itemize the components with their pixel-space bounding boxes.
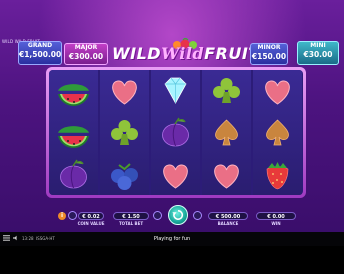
blueberries-icon	[111, 163, 138, 190]
clock: 13:28	[22, 236, 34, 241]
bet-decrease-icon[interactable]	[68, 211, 77, 220]
spade-icon	[215, 119, 238, 146]
jackpot-minor: MINOR €150.00	[250, 43, 288, 65]
total-bet-label: TOTAL BET	[118, 221, 144, 226]
jackpot-minor-value: €150.00	[251, 52, 287, 61]
reel-column	[253, 70, 302, 195]
reel-symbol-diamond	[151, 70, 200, 111]
reel-symbol-plum	[49, 154, 98, 195]
logo-word-2: Wild	[161, 44, 205, 63]
reel-symbol-strawberry	[253, 154, 302, 195]
jackpot-major-value: €300.00	[68, 52, 104, 61]
logo-word-1: WILD	[112, 44, 162, 63]
reel-column	[151, 70, 200, 195]
autoplay-icon[interactable]	[193, 211, 202, 220]
reel-symbol-spade	[202, 112, 251, 153]
footer-bar: 13:28 ISSGA·HT Playing for fun	[0, 232, 344, 246]
watermelon-icon	[58, 126, 89, 149]
reel-column	[100, 70, 149, 195]
reel-symbol-club	[100, 112, 149, 153]
club-icon	[213, 78, 240, 103]
reel-symbol-plum	[151, 112, 200, 153]
spin-button[interactable]	[168, 205, 188, 225]
info-icon[interactable]: i	[58, 212, 66, 220]
heart-icon	[163, 164, 188, 189]
coin-value-field: € 0.02	[78, 212, 104, 220]
reel-grid	[49, 70, 303, 195]
reel-symbol-club	[202, 70, 251, 111]
heart-icon	[214, 164, 239, 189]
balance-field: € 500.00	[208, 212, 248, 220]
brand-label: ISSGA·HT	[36, 236, 55, 241]
reel-symbol-spade	[253, 112, 302, 153]
jackpot-grand-value: €1,500.00	[19, 50, 62, 59]
club-icon	[111, 120, 138, 145]
jackpot-grand-label: GRAND	[27, 42, 53, 49]
reel-column	[49, 70, 98, 195]
plum-icon	[162, 117, 189, 147]
plum-icon	[60, 159, 87, 189]
reel-symbol-watermelon	[49, 112, 98, 153]
game-logo: WILDWildFRUIT	[112, 44, 259, 66]
reel-symbol-watermelon	[49, 70, 98, 111]
jackpot-mini-label: MINI	[310, 42, 326, 49]
heart-icon	[265, 80, 290, 105]
reel-symbol-blueberries	[100, 154, 149, 195]
balance-label: BALANCE	[217, 221, 239, 226]
win-field: € 0.00	[256, 212, 296, 220]
reel-column	[202, 70, 251, 195]
strawberry-icon	[266, 162, 289, 190]
heart-icon	[112, 80, 137, 105]
sound-icon[interactable]	[13, 235, 19, 241]
jackpot-mini-value: €30.00	[303, 50, 333, 59]
spade-icon	[266, 119, 289, 146]
watermelon-icon	[58, 84, 89, 107]
diamond-icon	[164, 77, 187, 104]
jackpot-major-label: MAJOR	[74, 44, 98, 51]
playing-for-fun-text: Playing for fun	[153, 236, 191, 242]
jackpot-mini: MINI €30.00	[297, 41, 339, 65]
jackpot-major: MAJOR €300.00	[64, 43, 108, 65]
jackpot-grand: GRAND €1,500.00	[18, 41, 62, 65]
reel-symbol-heart	[202, 154, 251, 195]
reel-symbol-heart	[151, 154, 200, 195]
spin-arrow-icon	[172, 210, 184, 220]
reel-symbol-heart	[100, 70, 149, 111]
bet-increase-icon[interactable]	[153, 211, 162, 220]
game-screen: WILD WILD FRUIT GRAND €1,500.00 MAJOR €3…	[0, 0, 344, 232]
jackpot-minor-label: MINOR	[257, 44, 281, 51]
coin-value-label: COIN VALUE	[77, 221, 105, 226]
win-label: WIN	[271, 221, 281, 226]
total-bet-field: € 1.50	[113, 212, 149, 220]
menu-icon[interactable]	[3, 235, 10, 241]
reel-symbol-heart	[253, 70, 302, 111]
